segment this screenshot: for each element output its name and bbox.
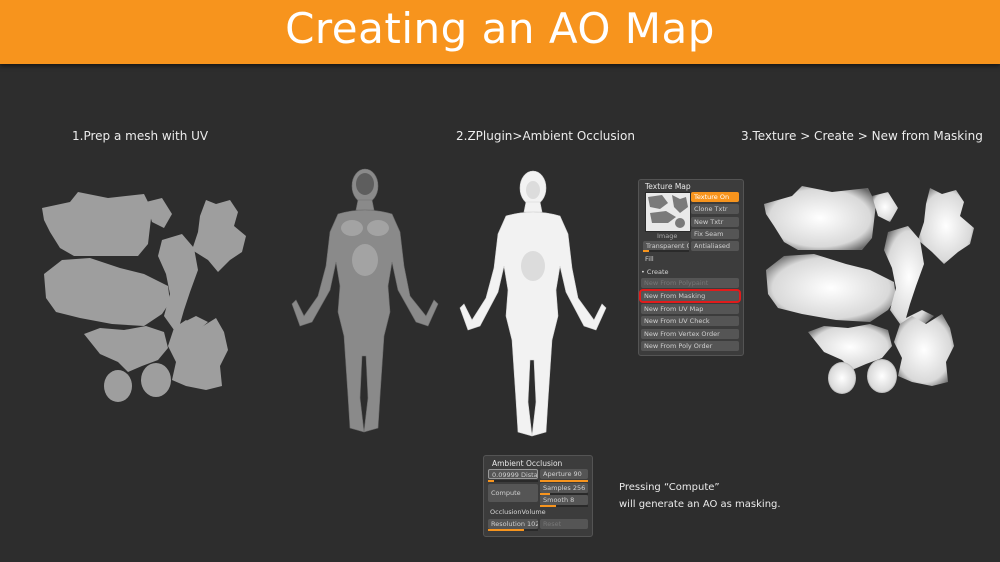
distance-label: Distance bbox=[520, 471, 538, 479]
new-from-poly-order-button[interactable]: New From Poly Order bbox=[641, 341, 739, 351]
smooth-label: Smooth bbox=[543, 496, 569, 504]
distance-track bbox=[488, 480, 538, 482]
uv-layout-ao-image bbox=[764, 186, 974, 394]
smooth-slider[interactable]: Smooth 8 bbox=[540, 495, 588, 505]
reset-button[interactable]: Reset bbox=[540, 519, 588, 529]
resolution-fill bbox=[488, 529, 524, 531]
smooth-value: 8 bbox=[570, 496, 575, 504]
smooth-fill bbox=[540, 505, 556, 507]
step-2-label: 2.ZPlugin>Ambient Occlusion bbox=[456, 129, 635, 143]
occlusion-volume-label[interactable]: OcclusionVolume bbox=[490, 508, 546, 516]
description-line-1: Pressing “Compute” bbox=[619, 482, 720, 493]
new-from-polypaint-button[interactable]: New From Polypaint bbox=[641, 278, 739, 288]
transparent-track bbox=[643, 250, 689, 252]
resolution-slider[interactable]: Resolution 1024 bbox=[488, 519, 538, 529]
new-from-masking-button[interactable]: New From Masking bbox=[639, 289, 741, 303]
samples-label: Samples bbox=[543, 484, 571, 492]
create-label: Create bbox=[646, 268, 669, 276]
step-3-label: 3.Texture > Create > New from Masking bbox=[741, 129, 983, 143]
texture-map-title: Texture Map bbox=[645, 182, 691, 191]
antialiased-button[interactable]: Antialiased bbox=[691, 241, 739, 251]
fill-label[interactable]: Fill bbox=[645, 255, 654, 263]
aperture-slider[interactable]: Aperture 90 bbox=[540, 469, 588, 479]
white-ao-figure-image bbox=[459, 170, 607, 437]
new-from-uv-map-button[interactable]: New From UV Map bbox=[641, 304, 739, 314]
transparent-label: Transparent bbox=[646, 242, 685, 250]
resolution-track bbox=[488, 529, 538, 531]
samples-value: 256 bbox=[572, 484, 586, 492]
transparent-value: 0 bbox=[686, 242, 689, 250]
samples-slider[interactable]: Samples 256 bbox=[540, 483, 588, 493]
description-line-2: will generate an AO as masking. bbox=[619, 499, 781, 510]
compute-description: Pressing “Compute” will generate an AO a… bbox=[619, 479, 781, 513]
resolution-value: 1024 bbox=[527, 520, 538, 528]
uv-layout-gray-image bbox=[42, 192, 246, 402]
aperture-label: Aperture bbox=[543, 470, 572, 478]
ambient-occlusion-title: Ambient Occlusion bbox=[492, 459, 563, 468]
fix-seam-button[interactable]: Fix Seam bbox=[691, 229, 739, 239]
ambient-occlusion-panel: Ambient Occlusion 0.09999 Distance Apert… bbox=[483, 455, 593, 537]
texture-thumbnail[interactable] bbox=[645, 192, 691, 232]
texture-thumbnail-image bbox=[648, 195, 688, 228]
image-label: Image bbox=[657, 232, 678, 240]
distance-value: 0.09999 bbox=[492, 471, 519, 479]
distance-input[interactable]: 0.09999 Distance bbox=[488, 469, 538, 479]
new-txtr-button[interactable]: New Txtr bbox=[691, 217, 739, 227]
new-from-vertex-order-button[interactable]: New From Vertex Order bbox=[641, 329, 739, 339]
clone-txtr-button[interactable]: Clone Txtr bbox=[691, 204, 739, 214]
create-section-header[interactable]: • Create bbox=[641, 268, 669, 276]
resolution-label: Resolution bbox=[491, 520, 525, 528]
transparent-fill bbox=[643, 250, 649, 252]
compute-button[interactable]: Compute bbox=[488, 484, 538, 502]
distance-fill bbox=[488, 480, 494, 482]
texture-on-button[interactable]: Texture On bbox=[691, 192, 739, 202]
aperture-fill bbox=[540, 480, 588, 482]
smooth-track bbox=[540, 505, 588, 507]
texture-map-panel: Texture Map Image Texture On Clone Txtr … bbox=[638, 179, 744, 356]
step-1-label: 1.Prep a mesh with UV bbox=[72, 129, 209, 143]
page-title: Creating an AO Map bbox=[285, 4, 715, 53]
title-banner: Creating an AO Map bbox=[0, 0, 1000, 64]
new-from-uv-check-button[interactable]: New From UV Check bbox=[641, 316, 739, 326]
gray-figure-image bbox=[291, 168, 439, 433]
aperture-track bbox=[540, 480, 588, 482]
aperture-value: 90 bbox=[573, 470, 582, 478]
